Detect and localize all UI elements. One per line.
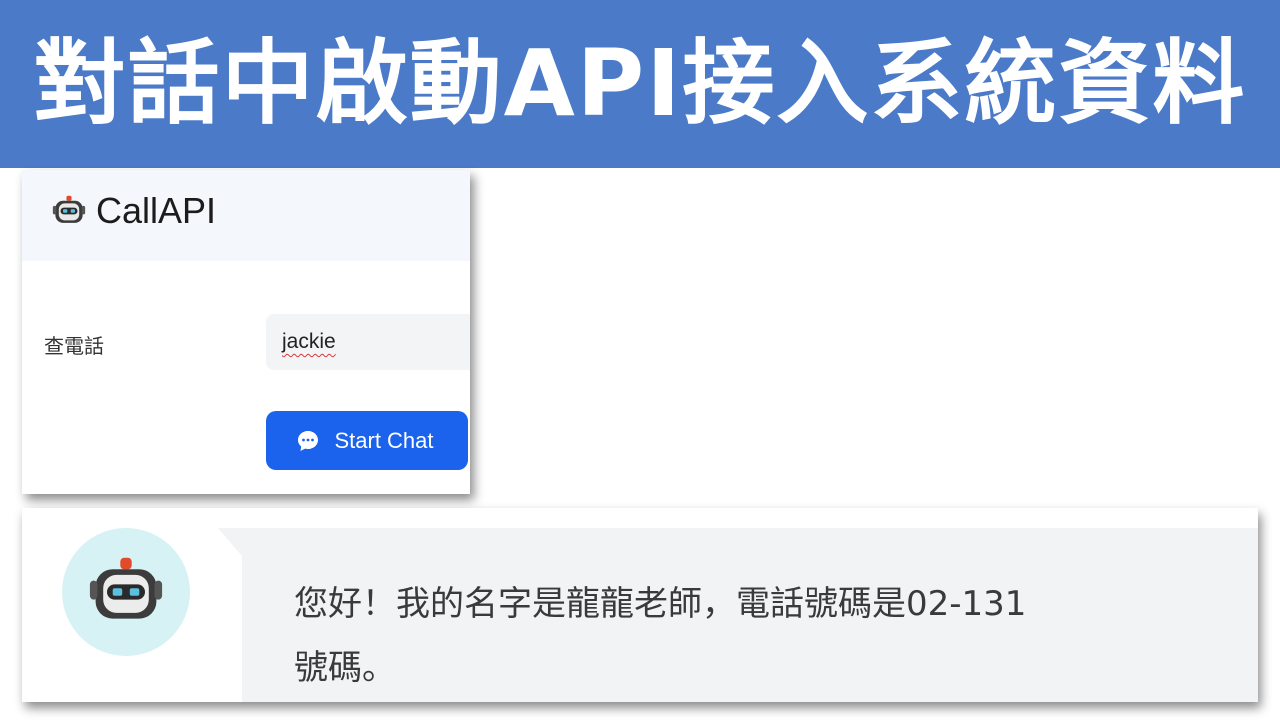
bot-avatar	[62, 528, 190, 656]
robot-icon	[52, 195, 86, 223]
chat-message-line-2: 號碼。	[294, 648, 396, 688]
app-header: CallAPI	[22, 170, 470, 261]
chat-message-bubble: 您好！我的名字是龍龍老師，電話號碼是02-131 號碼。	[242, 528, 1258, 702]
chat-panel: 您好！我的名字是龍龍老師，電話號碼是02-131 號碼。	[22, 508, 1258, 702]
chat-message-text: 您好！我的名字是龍龍老師，電話號碼是02-131 號碼。	[294, 572, 1258, 700]
robot-icon	[89, 557, 163, 619]
app-title: CallAPI	[96, 190, 217, 231]
chat-message-line-1: 您好！我的名字是龍龍老師，電話號碼是02-131	[294, 584, 1027, 624]
chat-bubble-icon	[298, 430, 319, 451]
start-chat-button[interactable]: Start Chat	[266, 411, 468, 470]
phone-lookup-input[interactable]: jackie	[266, 314, 470, 370]
phone-lookup-label: 查電話	[44, 334, 104, 358]
callapi-panel: CallAPI 查電話 jackie Start Chat	[22, 170, 470, 494]
start-chat-label: Start Chat	[334, 427, 434, 453]
bubble-tail	[218, 528, 242, 556]
title-banner: 對話中啟動API接入系統資料	[0, 0, 1280, 168]
banner-title: 對話中啟動API接入系統資料	[33, 30, 1247, 137]
